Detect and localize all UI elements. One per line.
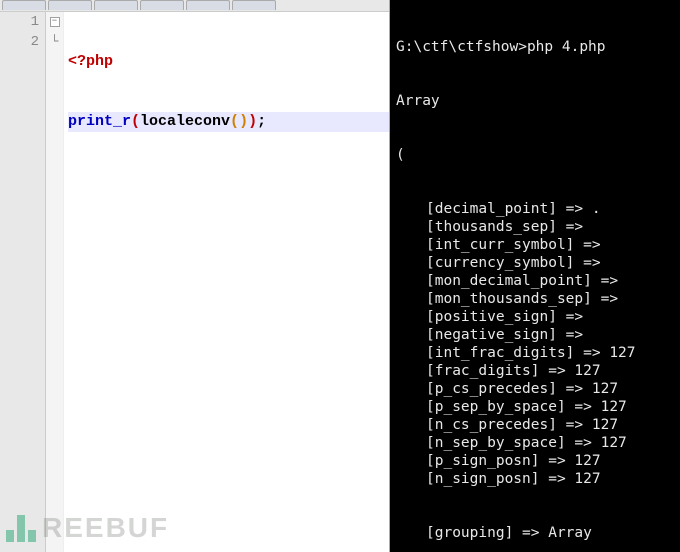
prompt-path: G:\ctf\ctfshow> xyxy=(396,39,527,55)
line-number-gutter: 1 2 xyxy=(0,12,46,552)
tab-bar xyxy=(0,0,389,12)
terminal-output: [p_sign_posn] => 127 xyxy=(396,452,674,470)
code-line[interactable]: <?php xyxy=(68,52,389,72)
terminal-output: [mon_thousands_sep] => xyxy=(396,290,674,308)
terminal-output: [p_sep_by_space] => 127 xyxy=(396,398,674,416)
terminal-output: [n_sep_by_space] => 127 xyxy=(396,434,674,452)
terminal-output: [frac_digits] => 127 xyxy=(396,362,674,380)
watermark-logo: REEBUF xyxy=(6,512,169,544)
terminal-output: [thousands_sep] => xyxy=(396,218,674,236)
terminal-output: [currency_symbol] => xyxy=(396,254,674,272)
terminal-output: [n_sign_posn] => 127 xyxy=(396,470,674,488)
terminal-command: php 4.php xyxy=(527,39,606,55)
terminal-output: [p_cs_precedes] => 127 xyxy=(396,380,674,398)
token-paren: ( xyxy=(131,113,140,130)
logo-bars-icon xyxy=(6,515,36,542)
terminal-output: [negative_sign] => xyxy=(396,326,674,344)
terminal-output: ( xyxy=(396,146,674,164)
token-paren: ) xyxy=(239,113,248,130)
editor-tab[interactable] xyxy=(186,0,230,10)
editor-tab[interactable] xyxy=(140,0,184,10)
editor-tab[interactable] xyxy=(94,0,138,10)
token-paren: ) xyxy=(248,113,257,130)
fold-end-icon: └ xyxy=(46,32,63,52)
terminal-output: [decimal_point] => . xyxy=(396,200,674,218)
code-content[interactable]: <?php print_r(localeconv()); xyxy=(64,12,389,552)
line-number: 1 xyxy=(0,12,39,32)
terminal-output: Array xyxy=(396,92,674,110)
editor-tab[interactable] xyxy=(2,0,46,10)
code-area[interactable]: 1 2 − └ <?php print_r(localeconv()); xyxy=(0,12,389,552)
terminal-prompt-line: G:\ctf\ctfshow>php 4.php xyxy=(396,38,674,56)
terminal-pane[interactable]: G:\ctf\ctfshow>php 4.php Array ( [decima… xyxy=(390,0,680,552)
php-open-tag: <?php xyxy=(68,53,113,70)
fold-column: − └ xyxy=(46,12,64,552)
token-function: localeconv xyxy=(140,113,230,130)
fold-toggle-icon[interactable]: − xyxy=(50,17,60,27)
code-editor-pane: 1 2 − └ <?php print_r(localeconv()); REE… xyxy=(0,0,390,552)
token-semicolon: ; xyxy=(257,113,266,130)
terminal-output: [int_curr_symbol] => xyxy=(396,236,674,254)
editor-tab[interactable] xyxy=(232,0,276,10)
editor-tab[interactable] xyxy=(48,0,92,10)
token-paren: ( xyxy=(230,113,239,130)
watermark-text: REEBUF xyxy=(42,512,169,544)
token-function: print_r xyxy=(68,113,131,130)
terminal-output: [mon_decimal_point] => xyxy=(396,272,674,290)
terminal-output: [n_cs_precedes] => 127 xyxy=(396,416,674,434)
terminal-output: [positive_sign] => xyxy=(396,308,674,326)
code-line[interactable]: print_r(localeconv()); xyxy=(68,112,389,132)
line-number: 2 xyxy=(0,32,39,52)
terminal-output: [grouping] => Array xyxy=(396,524,674,542)
terminal-output: [int_frac_digits] => 127 xyxy=(396,344,674,362)
